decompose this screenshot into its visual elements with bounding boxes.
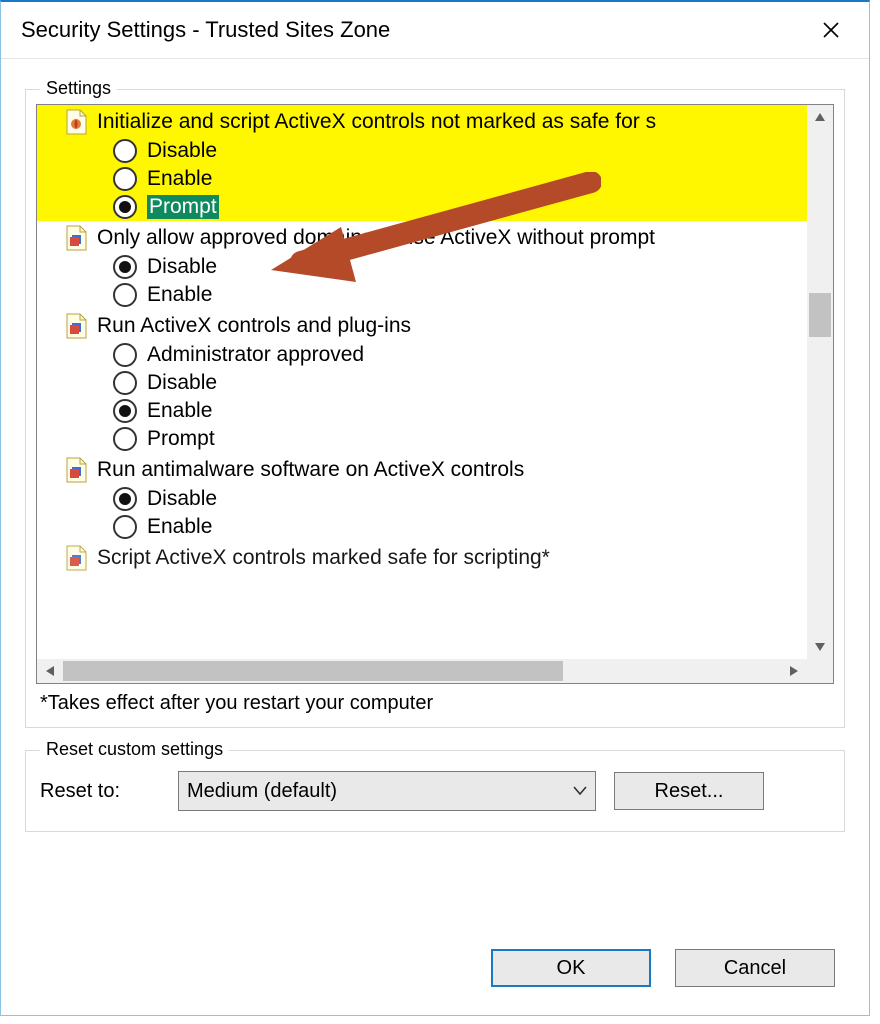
radio-option[interactable]: Enable: [37, 397, 807, 425]
security-settings-dialog: Security Settings - Trusted Sites Zone S…: [0, 0, 870, 1016]
radio-icon: [113, 195, 137, 219]
radio-option[interactable]: Disable: [37, 253, 807, 281]
scroll-right-arrow-icon[interactable]: [781, 659, 807, 683]
activex-setting-icon: [65, 225, 87, 251]
reset-to-label: Reset to:: [40, 780, 160, 803]
ok-button[interactable]: OK: [491, 949, 651, 987]
radio-option[interactable]: Enable: [37, 165, 807, 193]
select-value: Medium (default): [187, 780, 337, 803]
radio-label: Enable: [147, 167, 212, 190]
horizontal-scroll-thumb[interactable]: [63, 661, 563, 681]
setting-header: Run ActiveX controls and plug-ins: [37, 309, 807, 341]
radio-label: Prompt: [147, 427, 215, 450]
setting-header: Script ActiveX controls marked safe for …: [37, 541, 807, 573]
radio-label: Enable: [147, 283, 212, 306]
radio-label: Disable: [147, 487, 217, 510]
radio-icon: [113, 399, 137, 423]
reset-button[interactable]: Reset...: [614, 772, 764, 810]
scroll-down-arrow-icon[interactable]: [807, 635, 833, 659]
setting-label: Script ActiveX controls marked safe for …: [97, 546, 550, 569]
radio-icon: [113, 427, 137, 451]
horizontal-scrollbar[interactable]: [37, 659, 807, 683]
radio-icon: [113, 487, 137, 511]
scroll-left-arrow-icon[interactable]: [37, 659, 63, 683]
setting-header: Only allow approved domains to use Activ…: [37, 221, 807, 253]
radio-label: Enable: [147, 399, 212, 422]
scroll-up-arrow-icon[interactable]: [807, 105, 833, 129]
titlebar: Security Settings - Trusted Sites Zone: [1, 2, 869, 59]
window-title: Security Settings - Trusted Sites Zone: [21, 17, 809, 43]
radio-option[interactable]: Administrator approved: [37, 341, 807, 369]
radio-option[interactable]: Prompt: [37, 425, 807, 453]
radio-label: Administrator approved: [147, 343, 364, 366]
scrollbar-corner: [807, 659, 833, 683]
radio-icon: [113, 139, 137, 163]
settings-list-viewport: Initialize and script ActiveX controls n…: [37, 105, 807, 659]
reset-button-label: Reset...: [655, 780, 724, 803]
setting-item: Run ActiveX controls and plug-ins Admini…: [37, 309, 807, 453]
activex-setting-icon: [65, 457, 87, 483]
radio-option[interactable]: Prompt: [37, 193, 807, 221]
radio-icon: [113, 371, 137, 395]
radio-icon: [113, 515, 137, 539]
ok-button-label: OK: [557, 957, 586, 980]
settings-list: Initialize and script ActiveX controls n…: [36, 104, 834, 684]
setting-item: Initialize and script ActiveX controls n…: [37, 105, 807, 221]
radio-option[interactable]: Enable: [37, 281, 807, 309]
radio-label: Disable: [147, 139, 217, 162]
radio-label: Disable: [147, 371, 217, 394]
reset-groupbox: Reset custom settings Reset to: Medium (…: [25, 750, 845, 832]
radio-label: Enable: [147, 515, 212, 538]
close-icon: [822, 21, 840, 39]
setting-item: Only allow approved domains to use Activ…: [37, 221, 807, 309]
activex-setting-icon: [65, 313, 87, 339]
cancel-button-label: Cancel: [724, 957, 786, 980]
activex-setting-icon: [65, 545, 87, 571]
content-area: Settings: [1, 59, 869, 832]
radio-option[interactable]: Enable: [37, 513, 807, 541]
radio-icon: [113, 343, 137, 367]
setting-label: Only allow approved domains to use Activ…: [97, 226, 655, 249]
chevron-down-icon: [573, 772, 587, 810]
settings-list-inner: Initialize and script ActiveX controls n…: [37, 105, 807, 573]
radio-icon: [113, 255, 137, 279]
radio-label: Disable: [147, 255, 217, 278]
setting-header: Run antimalware software on ActiveX cont…: [37, 453, 807, 485]
radio-label: Prompt: [147, 195, 219, 218]
setting-label: Run antimalware software on ActiveX cont…: [97, 458, 524, 481]
vertical-scroll-thumb[interactable]: [809, 293, 831, 337]
close-button[interactable]: [809, 8, 853, 52]
settings-footnote: *Takes effect after you restart your com…: [36, 684, 834, 715]
setting-label: Initialize and script ActiveX controls n…: [97, 110, 656, 133]
radio-option[interactable]: Disable: [37, 485, 807, 513]
vertical-scrollbar[interactable]: [807, 105, 833, 659]
reset-row: Reset to: Medium (default) Reset...: [36, 765, 834, 819]
reset-level-select[interactable]: Medium (default): [178, 771, 596, 811]
reset-legend: Reset custom settings: [40, 739, 229, 760]
dialog-footer: OK Cancel: [491, 949, 835, 987]
cancel-button[interactable]: Cancel: [675, 949, 835, 987]
radio-option[interactable]: Disable: [37, 369, 807, 397]
activex-setting-icon: [65, 109, 87, 135]
radio-icon: [113, 283, 137, 307]
radio-icon: [113, 167, 137, 191]
setting-item: Script ActiveX controls marked safe for …: [37, 541, 807, 573]
radio-option[interactable]: Disable: [37, 137, 807, 165]
settings-groupbox: Settings: [25, 89, 845, 728]
setting-item: Run antimalware software on ActiveX cont…: [37, 453, 807, 541]
setting-label: Run ActiveX controls and plug-ins: [97, 314, 411, 337]
settings-legend: Settings: [40, 78, 117, 99]
setting-header: Initialize and script ActiveX controls n…: [37, 105, 807, 137]
